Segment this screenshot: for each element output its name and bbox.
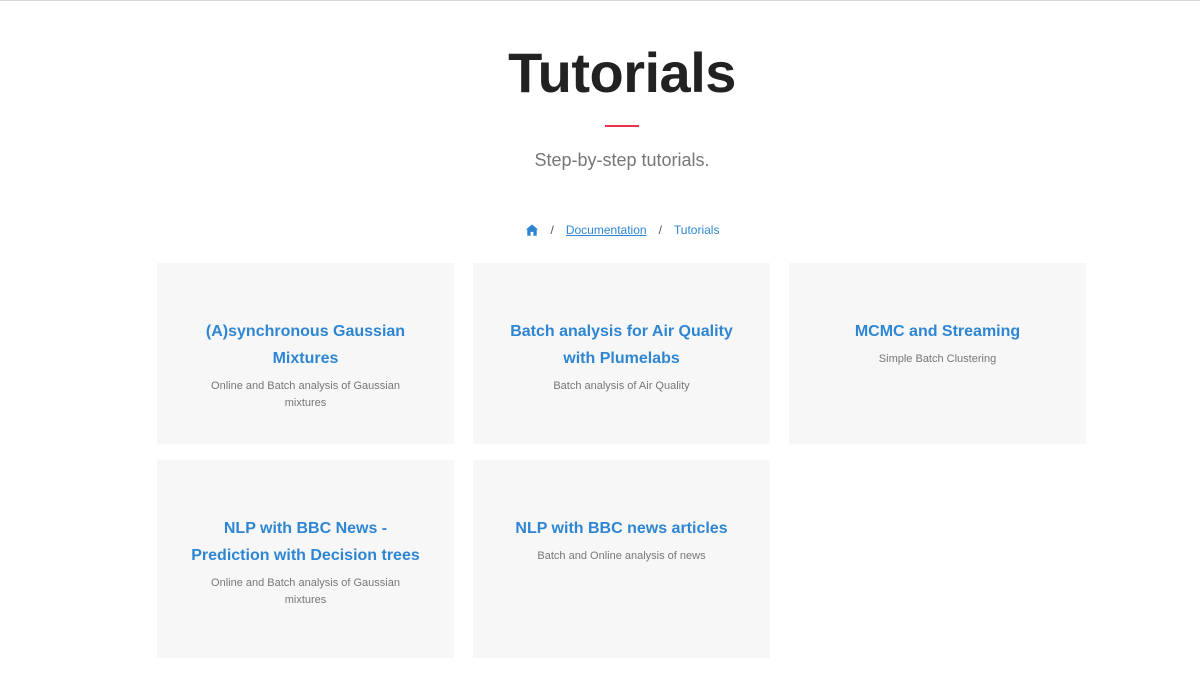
page-title: Tutorials — [508, 41, 736, 104]
card-title[interactable]: NLP with BBC News - Prediction with Deci… — [185, 515, 426, 569]
breadcrumb-inner: / Documentation / Tutorials — [525, 223, 720, 237]
breadcrumb: / Documentation / Tutorials — [0, 223, 1200, 237]
breadcrumb-separator: / — [658, 223, 662, 237]
card-title[interactable]: MCMC and Streaming — [817, 318, 1058, 345]
card-title[interactable]: Batch analysis for Air Quality with Plum… — [501, 318, 742, 372]
page-header: Tutorials Step-by-step tutorials. — [0, 41, 1200, 171]
tutorial-card-air-quality[interactable]: Batch analysis for Air Quality with Plum… — [473, 263, 770, 444]
title-divider — [605, 125, 639, 127]
card-description: Batch and Online analysis of news — [537, 550, 706, 562]
home-icon[interactable] — [525, 223, 539, 237]
tutorial-card-gaussian-mixtures[interactable]: (A)synchronous Gaussian Mixtures Online … — [157, 263, 454, 444]
card-title[interactable]: NLP with BBC news articles — [501, 515, 742, 542]
card-description: Batch analysis of Air Quality — [553, 380, 690, 392]
page-subtitle: Step-by-step tutorials. — [534, 150, 710, 170]
card-description: Online and Batch analysis of Gaussian mi… — [211, 380, 400, 409]
tutorial-card-mcmc-streaming[interactable]: MCMC and Streaming Simple Batch Clusteri… — [789, 263, 1086, 444]
breadcrumb-separator: / — [550, 223, 554, 237]
breadcrumb-documentation-link[interactable]: Documentation — [566, 223, 647, 237]
tutorial-card-nlp-decision-trees[interactable]: NLP with BBC News - Prediction with Deci… — [157, 460, 454, 658]
card-description: Simple Batch Clustering — [878, 353, 997, 365]
breadcrumb-current-tutorials: Tutorials — [673, 223, 720, 237]
card-title[interactable]: (A)synchronous Gaussian Mixtures — [185, 318, 426, 372]
tutorial-card-nlp-bbc-articles[interactable]: NLP with BBC news articles Batch and Onl… — [473, 460, 770, 658]
card-description: Online and Batch analysis of Gaussian mi… — [211, 577, 400, 606]
tutorial-card-grid: (A)synchronous Gaussian Mixtures Online … — [157, 263, 1086, 658]
